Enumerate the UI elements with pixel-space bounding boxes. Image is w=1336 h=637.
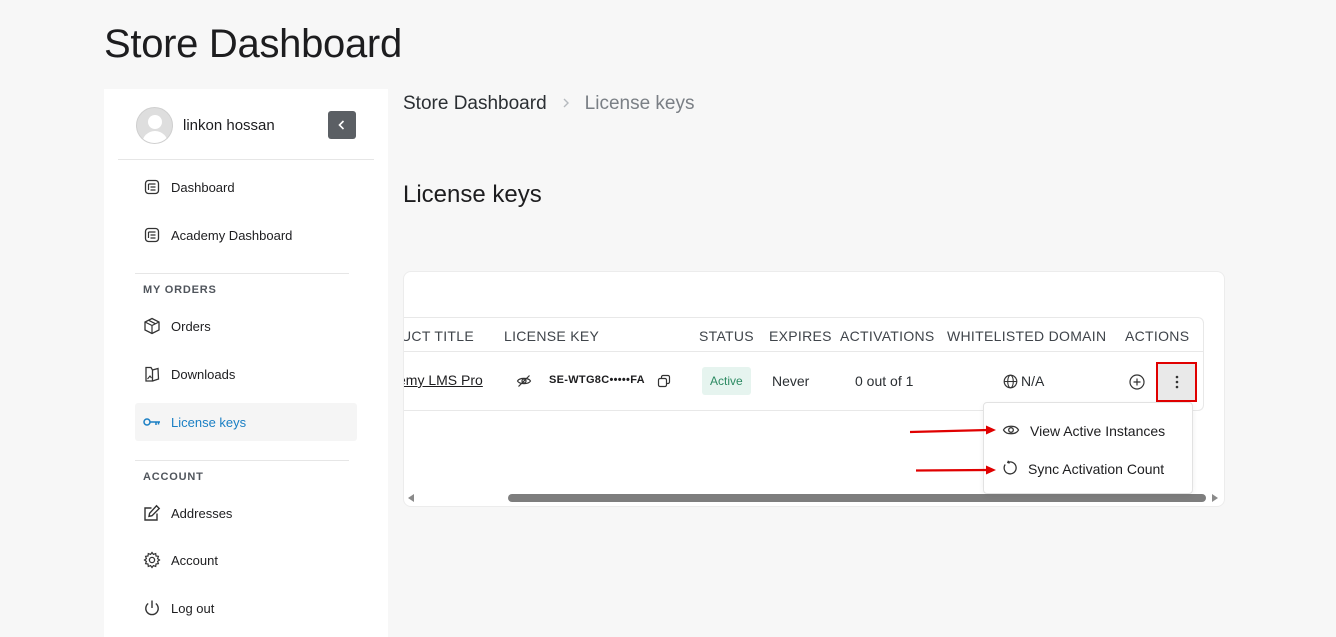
sidebar-item-account[interactable]: Account <box>135 541 357 579</box>
sidebar-item-label: Addresses <box>171 505 233 521</box>
column-header-activations: ACTIVATIONS <box>840 328 935 344</box>
breadcrumb-root-link[interactable]: Store Dashboard <box>403 93 547 115</box>
sidebar-item-dashboard[interactable]: Dashboard <box>135 168 357 206</box>
menu-item-label: View Active Instances <box>1030 423 1166 439</box>
copy-icon <box>657 374 671 388</box>
sidebar-item-label: License keys <box>171 414 247 430</box>
column-header-actions: ACTIONS <box>1125 328 1190 344</box>
user-name: linkon hossan <box>183 117 275 134</box>
actions-dropdown-menu: View Active Instances Sync Activation Co… <box>983 402 1193 494</box>
sidebar-item-label: Log out <box>171 600 215 616</box>
sidebar-item-addresses[interactable]: Addresses <box>135 494 357 532</box>
sidebar-item-downloads[interactable]: Downloads <box>135 355 357 393</box>
sidebar-item-label: Orders <box>171 318 211 334</box>
product-title-link[interactable]: emy LMS Pro <box>404 372 483 388</box>
sidebar-item-label: Dashboard <box>171 179 235 195</box>
dashboard-icon <box>143 226 161 244</box>
sidebar: linkon hossan Dashboard Academy Dashboar… <box>104 89 388 637</box>
more-actions-button[interactable] <box>1156 362 1197 402</box>
sidebar-item-orders[interactable]: Orders <box>135 307 357 345</box>
scroll-thumb[interactable] <box>508 494 1206 502</box>
sidebar-item-label: Academy Dashboard <box>171 227 293 243</box>
column-header-status: STATUS <box>699 328 754 344</box>
sidebar-item-academy-dashboard[interactable]: Academy Dashboard <box>135 216 357 254</box>
table-header: UCT TITLE LICENSE KEY STATUS EXPIRES ACT… <box>404 317 1204 352</box>
sidebar-item-label: Downloads <box>171 366 236 382</box>
menu-item-view-active-instances[interactable]: View Active Instances <box>984 413 1194 449</box>
add-domain-button[interactable] <box>1128 373 1146 391</box>
avatar <box>136 107 173 144</box>
plus-circle-icon <box>1129 374 1145 390</box>
more-vertical-icon <box>1175 375 1178 389</box>
divider <box>135 460 349 461</box>
power-icon <box>143 599 161 617</box>
page-title: Store Dashboard <box>104 22 402 66</box>
annotation-arrow <box>915 465 996 475</box>
section-title: License keys <box>403 181 542 208</box>
whitelisted-domain-value: N/A <box>1021 373 1045 389</box>
column-header-license-key: LICENSE KEY <box>504 328 600 344</box>
eye-icon <box>1002 423 1020 440</box>
section-label-my-orders: MY ORDERS <box>143 284 217 296</box>
status-badge: Active <box>702 367 751 395</box>
column-header-product-title: UCT TITLE <box>404 328 474 344</box>
expires-value: Never <box>772 373 810 389</box>
globe-icon <box>1002 373 1018 389</box>
menu-item-sync-activation-count[interactable]: Sync Activation Count <box>984 451 1194 487</box>
key-icon <box>143 413 161 431</box>
box-icon <box>143 317 161 335</box>
edit-icon <box>143 504 161 522</box>
refresh-icon <box>1002 460 1018 479</box>
dashboard-icon <box>143 178 161 196</box>
column-header-whitelisted-domain: WHITELISTED DOMAIN <box>947 328 1107 344</box>
chevron-right-icon <box>561 96 571 112</box>
scroll-right-icon[interactable] <box>1212 494 1218 502</box>
scroll-left-icon[interactable] <box>408 494 414 502</box>
toggle-key-visibility-button[interactable] <box>515 372 533 390</box>
menu-item-label: Sync Activation Count <box>1028 461 1165 477</box>
sidebar-item-label: Account <box>171 552 218 568</box>
breadcrumb: Store Dashboard License keys <box>403 93 695 115</box>
eye-off-icon <box>516 375 532 387</box>
sidebar-item-log-out[interactable]: Log out <box>135 589 357 627</box>
sidebar-item-license-keys[interactable]: License keys <box>135 403 357 441</box>
collapse-sidebar-button[interactable] <box>328 111 356 139</box>
copy-key-button[interactable] <box>655 372 673 390</box>
divider <box>135 273 349 274</box>
breadcrumb-current: License keys <box>584 93 695 114</box>
license-table: UCT TITLE LICENSE KEY STATUS EXPIRES ACT… <box>404 317 1204 413</box>
download-icon <box>143 365 161 383</box>
gear-icon <box>143 551 161 569</box>
section-label-account: ACCOUNT <box>143 471 204 483</box>
user-block: linkon hossan <box>118 89 374 160</box>
annotation-arrow <box>909 425 996 435</box>
column-header-expires: EXPIRES <box>769 328 832 344</box>
chevron-left-icon <box>338 120 345 130</box>
license-key-value: SE-WTG8C•••••FA <box>549 374 645 386</box>
activations-value: 0 out of 1 <box>855 373 914 389</box>
